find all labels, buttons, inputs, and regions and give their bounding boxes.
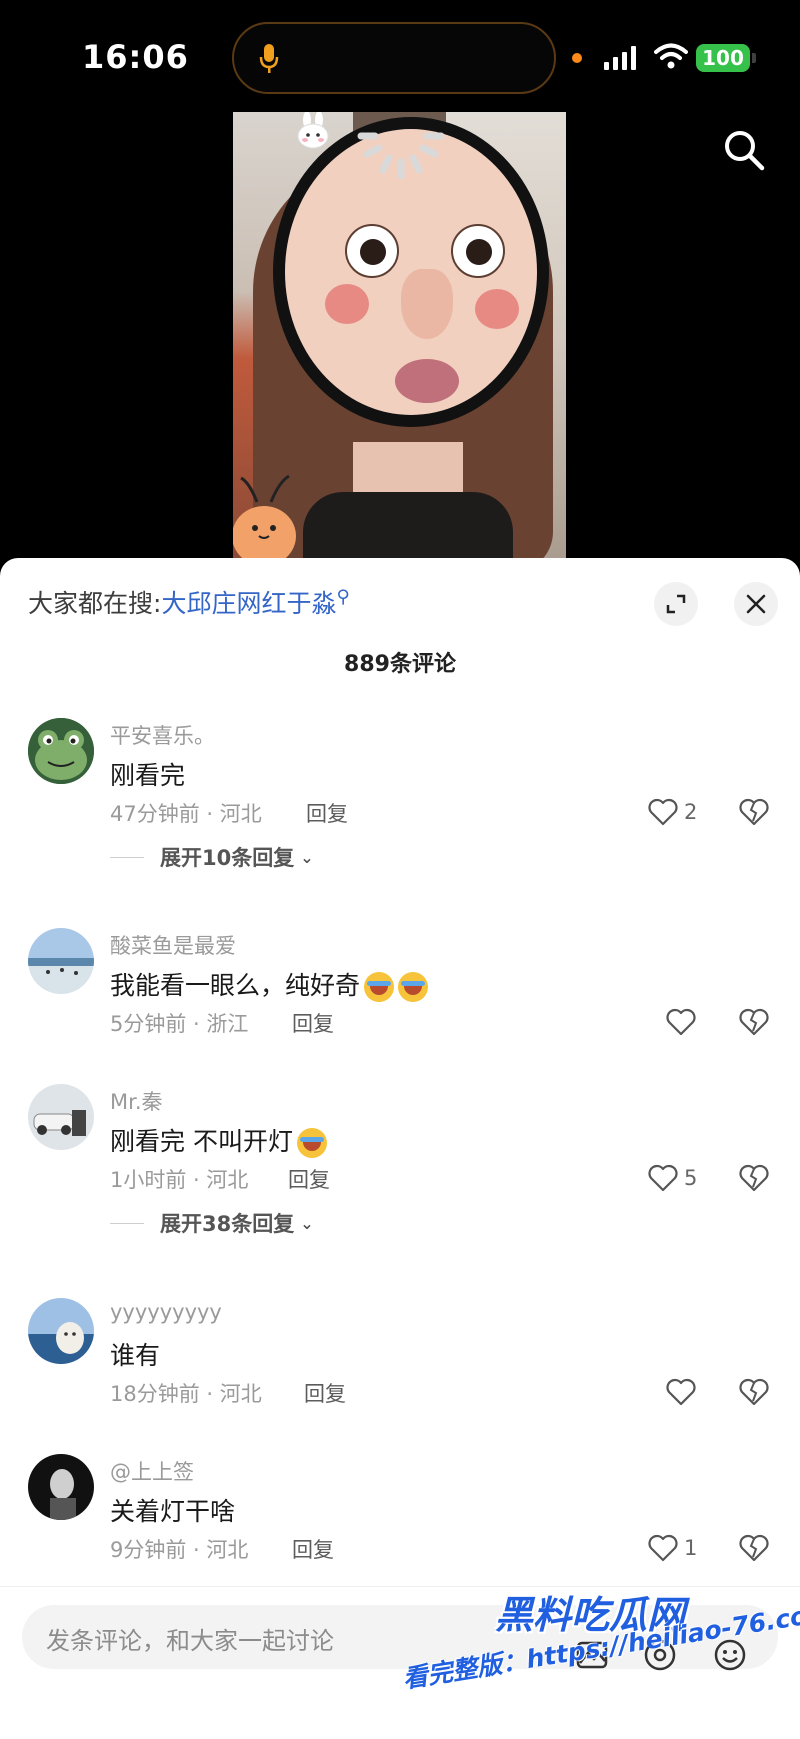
like-count: 1 bbox=[684, 1536, 698, 1560]
search-icon[interactable] bbox=[722, 128, 766, 172]
heart-icon bbox=[666, 1008, 696, 1036]
comment-meta: 5分钟前 · 浙江 bbox=[110, 1012, 249, 1036]
privacy-indicator-icon bbox=[572, 53, 582, 63]
reply-button[interactable]: 回复 bbox=[292, 1008, 334, 1038]
heart-icon bbox=[648, 1534, 678, 1562]
expand-button[interactable] bbox=[654, 582, 698, 626]
comments-sheet: 大家都在搜:大邱庄网红于淼⚲ 889条评论 平安喜乐。 刚看完 47分钟前 · … bbox=[0, 558, 800, 1739]
chevron-down-icon: ⌄ bbox=[300, 847, 314, 867]
comment-input-placeholder: 发条评论，和大家一起讨论 bbox=[46, 1627, 334, 1655]
comment-text: 刚看完 不叫开灯 bbox=[110, 1122, 327, 1158]
comment-text: 谁有 bbox=[110, 1341, 161, 1370]
comment-username[interactable]: 平安喜乐。 bbox=[110, 720, 215, 750]
dislike-broken-heart-icon[interactable] bbox=[738, 1162, 770, 1194]
beach-avatar-icon bbox=[28, 928, 94, 994]
comment-count: 889条评论 bbox=[344, 652, 456, 677]
like-button[interactable]: 1 bbox=[648, 1532, 697, 1564]
heart-icon bbox=[666, 1378, 696, 1406]
cellular-signal-icon bbox=[604, 46, 636, 70]
comment-text: 我能看一眼么，纯好奇 bbox=[110, 966, 429, 1002]
dislike-broken-heart-icon[interactable] bbox=[738, 1006, 770, 1038]
chevron-down-icon: ⌄ bbox=[300, 1213, 314, 1233]
expand-icon bbox=[666, 594, 686, 614]
heart-icon bbox=[648, 1164, 678, 1192]
battery-indicator: 100 bbox=[696, 44, 756, 72]
dynamic-island bbox=[232, 22, 556, 94]
comment-meta: 9分钟前 · 河北 bbox=[110, 1538, 249, 1562]
bug-sticker-icon bbox=[233, 474, 296, 560]
dislike-broken-heart-icon[interactable] bbox=[738, 1376, 770, 1408]
laugh-cry-emoji-icon bbox=[364, 972, 395, 1002]
video-preview[interactable] bbox=[233, 112, 566, 560]
comment-username[interactable]: Mr.秦 bbox=[110, 1086, 163, 1116]
microphone-icon bbox=[259, 44, 279, 73]
comment-username[interactable]: yyyyyyyyy bbox=[110, 1300, 222, 1324]
comment-text: 刚看完 bbox=[110, 761, 186, 790]
avatar[interactable] bbox=[28, 1298, 94, 1364]
avatar[interactable] bbox=[28, 928, 94, 994]
loading-spinner-icon bbox=[357, 132, 445, 180]
dislike-broken-heart-icon[interactable] bbox=[738, 796, 770, 828]
avatar[interactable] bbox=[28, 1084, 94, 1150]
hot-search-bar[interactable]: 大家都在搜:大邱庄网红于淼⚲ bbox=[28, 584, 350, 620]
like-button[interactable] bbox=[666, 1376, 696, 1408]
wifi-icon bbox=[654, 43, 688, 69]
car-avatar-icon bbox=[28, 1084, 94, 1150]
comment-username[interactable]: @上上签 bbox=[110, 1456, 194, 1486]
reply-button[interactable]: 回复 bbox=[292, 1534, 334, 1564]
expand-replies[interactable]: 展开10条回复 ⌄ bbox=[110, 842, 314, 872]
heart-icon bbox=[648, 798, 678, 826]
frog-avatar-icon bbox=[28, 718, 94, 784]
comment-meta: 47分钟前 · 河北 bbox=[110, 802, 262, 826]
bear-avatar-icon bbox=[28, 1298, 94, 1364]
avatar[interactable] bbox=[28, 718, 94, 784]
like-count: 2 bbox=[684, 800, 698, 824]
comment-meta: 1小时前 · 河北 bbox=[110, 1168, 249, 1192]
reply-button[interactable]: 回复 bbox=[304, 1378, 346, 1408]
like-button[interactable]: 5 bbox=[648, 1162, 697, 1194]
status-bar: 16:06 100 bbox=[0, 0, 800, 110]
reply-button[interactable]: 回复 bbox=[288, 1164, 330, 1194]
portrait-avatar-icon bbox=[28, 1454, 94, 1520]
expand-replies[interactable]: 展开38条回复 ⌄ bbox=[110, 1208, 314, 1238]
bunny-sticker-icon bbox=[297, 112, 329, 149]
laugh-cry-emoji-icon bbox=[296, 1128, 327, 1158]
close-button[interactable] bbox=[734, 582, 778, 626]
comment-text: 关着灯干啥 bbox=[110, 1497, 236, 1526]
search-small-icon: ⚲ bbox=[336, 586, 350, 608]
close-icon bbox=[746, 594, 766, 614]
comment-meta: 18分钟前 · 河北 bbox=[110, 1382, 262, 1406]
like-button[interactable] bbox=[666, 1006, 696, 1038]
laugh-cry-emoji-icon bbox=[398, 972, 429, 1002]
like-button[interactable]: 2 bbox=[648, 796, 697, 828]
hot-search-prefix: 大家都在搜: bbox=[28, 589, 162, 618]
reply-button[interactable]: 回复 bbox=[306, 798, 348, 828]
status-time: 16:06 bbox=[82, 38, 189, 76]
hot-search-keyword[interactable]: 大邱庄网红于淼 bbox=[161, 589, 336, 618]
like-count: 5 bbox=[684, 1166, 698, 1190]
avatar[interactable] bbox=[28, 1454, 94, 1520]
comment-username[interactable]: 酸菜鱼是最爱 bbox=[110, 930, 236, 960]
dislike-broken-heart-icon[interactable] bbox=[738, 1532, 770, 1564]
